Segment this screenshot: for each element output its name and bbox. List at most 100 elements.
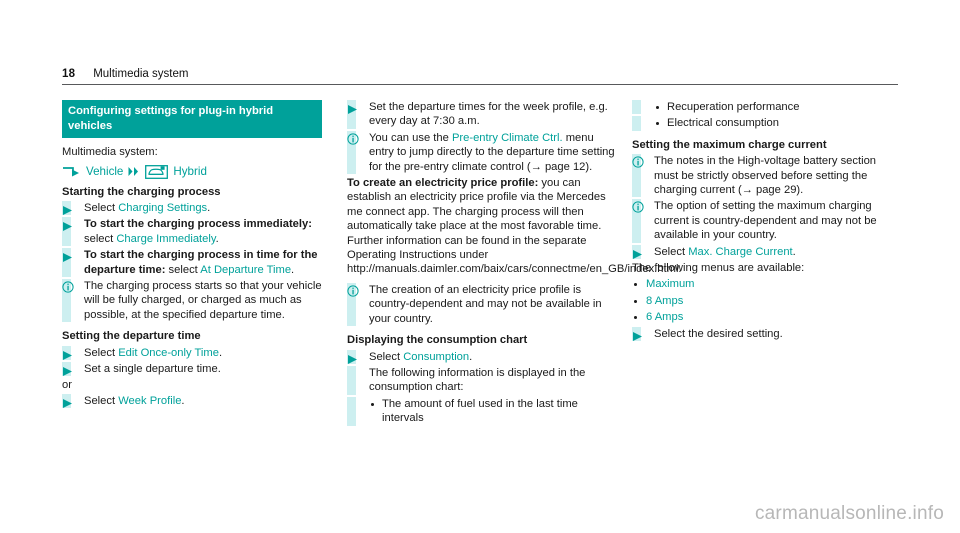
bullet-text: Recuperation performance	[667, 101, 800, 113]
body-text: The charging process starts so that your…	[84, 280, 322, 321]
note-item: You can use the Pre-entry Climate Ctrl. …	[347, 130, 615, 175]
right-column: Recuperation performance Electrical consu…	[632, 100, 900, 428]
section-banner: Configuring settings for plug-in hybrid …	[62, 100, 322, 139]
menu-entry-label: Max. Charge Current	[688, 245, 793, 258]
item-text: Select Charging Settings.	[84, 201, 330, 215]
action-item: Select the desired setting.	[632, 326, 900, 342]
action-item: Select Week Profile.	[62, 393, 330, 409]
body-text: Select	[84, 394, 119, 407]
body-text: .	[792, 245, 796, 258]
action-item: Select Edit Once-only Time.	[62, 345, 330, 361]
body-text: The notes in the High-voltage battery se…	[654, 155, 877, 197]
action-item: To start the charging process in time fo…	[62, 248, 330, 278]
guide-bar	[347, 396, 356, 426]
intro-text: Multimedia system:	[62, 146, 158, 159]
guide-bar	[347, 365, 356, 395]
menu-entry-label: Charging Settings	[118, 202, 208, 214]
body-text: Set the departure times for the week pro…	[369, 101, 608, 128]
right-bullets-top: Recuperation performance Electrical consu…	[632, 100, 900, 131]
triangle-bullet-icon	[62, 364, 73, 377]
bullet-text: Electrical consumption	[667, 117, 779, 130]
triangle-bullet-icon	[62, 348, 73, 360]
body-text: Set a single departure time.	[84, 363, 221, 376]
menu-entry-label: Week Profile	[118, 394, 182, 407]
item-text: Select Consumption.	[369, 350, 615, 364]
body-text: .	[218, 346, 223, 359]
page-header: 18 Multimedia system	[62, 68, 898, 90]
bullet-text: 6 Amps	[646, 311, 684, 324]
left-items-group-3: Select Week Profile.	[62, 393, 330, 409]
bullet-dot-icon	[634, 283, 637, 287]
triangle-bullet-icon	[347, 102, 358, 114]
middle-items-top: Set the departure times for the week pro…	[347, 100, 615, 175]
bullet-item: 8 Amps	[632, 294, 900, 308]
note-item: The option of setting the maximum chargi…	[632, 199, 900, 243]
action-item: Set a single departure time.	[62, 362, 330, 377]
bullet-dot-icon	[371, 402, 374, 406]
menu-options-list: Maximum 8 Amps 6 Amps	[632, 277, 900, 324]
left-column: Configuring settings for plug-in hybrid …	[62, 100, 330, 428]
left-items-group-2: Select Edit Once-only Time. Set a single …	[62, 345, 330, 377]
page-number: 18	[62, 68, 76, 80]
page-columns: Configuring settings for plug-in hybrid …	[62, 100, 900, 428]
or-label: or	[62, 379, 72, 392]
action-item: Select Consumption.	[347, 349, 615, 364]
menus-intro: The following menus are available:	[632, 262, 805, 275]
action-item: Select Charging Settings.	[62, 201, 330, 216]
item-text: To start the charging process immediatel…	[84, 217, 330, 246]
note-item: The charging process starts so that your…	[62, 279, 330, 323]
bullet-item: Electrical consumption	[632, 116, 900, 131]
triangle-bullet-icon	[62, 396, 73, 408]
bullet-dot-icon	[656, 106, 659, 109]
bullet-item: Maximum	[632, 277, 900, 291]
chapter-title: Multimedia system	[93, 68, 189, 80]
menu-path-first-label: Vehicle	[86, 164, 124, 178]
body-text: select	[84, 232, 117, 245]
consumption-note-text: The following information is displayed i…	[369, 366, 586, 394]
body-text: Select the desired setting.	[654, 327, 783, 340]
bullet-item: 6 Amps	[632, 310, 900, 324]
header-rule-row: 18 Multimedia system	[62, 68, 898, 85]
action-item: To start the charging process immediatel…	[62, 217, 330, 247]
price-profile-lead: To create an electricity price profile:	[347, 177, 539, 190]
menu-entry-label: Pre-entry Climate Ctrl.	[451, 131, 563, 144]
bullet-item: Recuperation performance	[632, 100, 900, 115]
guide-bar	[632, 116, 641, 131]
menu-entry-label: Charge Immediately	[116, 232, 216, 245]
bullet-dot-icon	[634, 299, 637, 303]
middle-items-mid: The creation of an electricity price pro…	[347, 282, 615, 327]
body-text: Select	[654, 245, 689, 258]
item-text: The creation of an electricity price pro…	[369, 283, 615, 326]
item-text: Select Edit Once-only Time.	[84, 346, 330, 360]
note-item: The creation of an electricity price pro…	[347, 282, 615, 327]
item-text: The charging process starts so that your…	[84, 279, 330, 322]
triangle-bullet-icon	[347, 352, 358, 364]
consumption-note: The following information is displayed i…	[347, 365, 615, 395]
body-text: The creation of an electricity price pro…	[369, 283, 602, 325]
item-text: Select the desired setting.	[654, 327, 900, 341]
body-text: Select	[84, 202, 119, 214]
heading-departure-time: Setting the departure time	[62, 330, 201, 343]
bullet-dot-icon	[634, 316, 637, 320]
info-icon	[632, 155, 644, 168]
info-icon	[62, 280, 74, 293]
consumption-bullets: The amount of fuel used in the last time…	[347, 396, 615, 426]
right-items-top: The notes in the High-voltage battery se…	[632, 154, 900, 260]
bullet-item: The amount of fuel used in the last time…	[347, 396, 615, 426]
menu-path: Vehicle Hybrid	[62, 164, 330, 180]
menu-entry-label: Consumption	[403, 350, 470, 363]
middle-items-bottom: Select Consumption.	[347, 349, 615, 364]
menu-entry-label: Edit Once-only Time	[118, 346, 219, 359]
menu-path-second-label: Hybrid	[173, 164, 207, 178]
info-icon	[347, 132, 359, 145]
item-text: Select Max. Charge Current.	[654, 245, 900, 259]
middle-column: Set the departure times for the week pro…	[347, 100, 682, 428]
body-text: The option of setting the maximum chargi…	[654, 200, 877, 242]
item-text: Set a single departure time.	[84, 362, 330, 376]
hybrid-car-icon	[145, 164, 169, 179]
triangle-bullet-icon	[632, 329, 643, 341]
triangle-bullet-icon	[62, 219, 73, 232]
info-icon	[347, 284, 359, 297]
body-text: .	[469, 350, 473, 363]
triangle-bullet-icon	[62, 250, 73, 263]
